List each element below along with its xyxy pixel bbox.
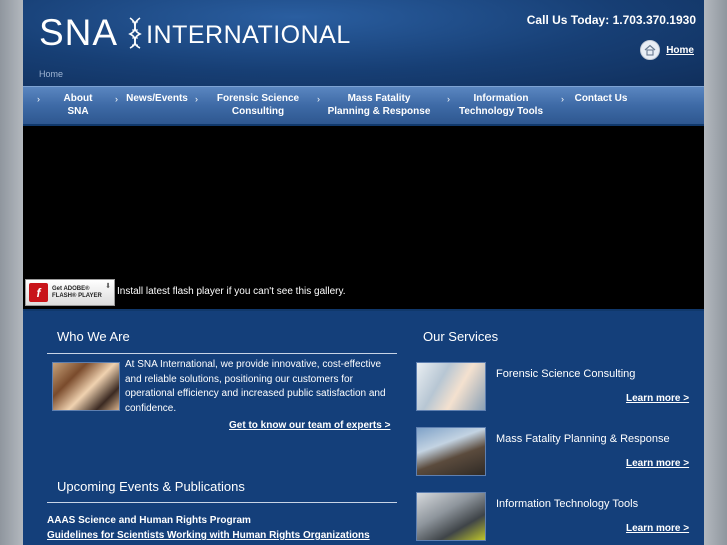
flash-badge-label: Get ADOBE® FLASH® PLAYER	[52, 285, 102, 299]
get-flash-player-button[interactable]: f Get ADOBE® FLASH® PLAYER ⬇	[25, 279, 115, 306]
nav-bullet-icon: ›	[317, 94, 320, 104]
home-link-label[interactable]: Home	[666, 45, 694, 56]
nav-bullet-icon: ›	[195, 94, 198, 104]
flash-gallery: f Get ADOBE® FLASH® PLAYER ⬇ Install lat…	[23, 126, 704, 309]
home-link[interactable]: Home	[640, 40, 694, 60]
page-background-left	[0, 0, 23, 545]
who-we-are-text: At SNA International, we provide innovat…	[125, 359, 386, 414]
page-container: SNA INTERNATIONAL Call Us Today: 1.703.3…	[23, 0, 704, 545]
nav-item-label: Information	[473, 93, 529, 104]
nav-bullet-icon: ›	[447, 94, 450, 104]
nav-bullet-icon: ›	[37, 94, 40, 104]
call-label: Call Us Today:	[526, 13, 610, 27]
nav-item-contact[interactable]: Contact Us	[573, 92, 629, 105]
divider	[47, 502, 397, 503]
nav-item-label: Technology Tools	[458, 106, 544, 117]
main-navigation: › About SNA › News/Events › Forensic Sci…	[23, 86, 704, 124]
who-we-are-heading: Who We Are	[57, 329, 130, 344]
dna-helix-icon	[128, 16, 142, 49]
nav-item-forensic-science[interactable]: Forensic Science Consulting	[211, 92, 305, 118]
divider	[47, 353, 397, 354]
teamwork-hands-image	[52, 362, 120, 411]
nav-item-information-technology[interactable]: Information Technology Tools	[455, 92, 547, 118]
flash-install-message: Install latest flash player if you can't…	[117, 286, 346, 297]
nav-item-news-events[interactable]: News/Events	[126, 92, 188, 105]
nav-bullet-icon: ›	[561, 94, 564, 104]
service-label-mass-fatality: Mass Fatality Planning & Response	[496, 433, 670, 445]
logo-international-text: INTERNATIONAL	[146, 21, 351, 49]
learn-more-forensic-link[interactable]: Learn more >	[626, 393, 689, 404]
page-background-right	[704, 0, 727, 545]
download-arrow-icon: ⬇	[105, 283, 111, 290]
upcoming-events-heading: Upcoming Events & Publications	[57, 479, 245, 494]
event-publication-link[interactable]: Guidelines for Scientists Working with H…	[47, 530, 370, 541]
learn-more-mass-fatality-link[interactable]: Learn more >	[626, 458, 689, 469]
nav-item-label: Forensic Science	[216, 93, 300, 104]
nav-item-label: Consulting	[231, 106, 285, 117]
breadcrumb[interactable]: Home	[39, 69, 63, 79]
nav-item-about[interactable]: About SNA	[53, 92, 103, 118]
home-icon[interactable]	[640, 40, 661, 60]
disaster-scene-image	[416, 427, 486, 476]
nav-item-mass-fatality[interactable]: Mass Fatality Planning & Response	[325, 92, 433, 118]
flash-logo-icon: f	[29, 283, 48, 302]
site-header: SNA INTERNATIONAL Call Us Today: 1.703.3…	[23, 0, 704, 86]
nav-item-label: Mass Fatality	[347, 93, 411, 104]
our-services-heading: Our Services	[423, 329, 499, 344]
forensic-lab-image	[416, 362, 486, 411]
nav-item-label: Planning & Response	[327, 106, 431, 117]
main-content: Who We Are At SNA International, we prov…	[23, 311, 704, 545]
nav-bullet-icon: ›	[115, 94, 118, 104]
service-label-forensic: Forensic Science Consulting	[496, 368, 636, 380]
call-us-text: Call Us Today: 1.703.370.1930	[527, 13, 696, 27]
event-title: AAAS Science and Human Rights Program	[47, 515, 251, 526]
service-label-it-tools: Information Technology Tools	[496, 498, 639, 510]
logo-sna-text: SNA	[39, 12, 119, 53]
site-logo[interactable]: SNA INTERNATIONAL	[39, 14, 351, 51]
keyboard-image	[416, 492, 486, 541]
learn-more-it-tools-link[interactable]: Learn more >	[626, 523, 689, 534]
phone-number: 1.703.370.1930	[612, 13, 696, 27]
nav-item-label: Contact Us	[574, 93, 628, 104]
nav-item-label: News/Events	[126, 93, 188, 104]
team-experts-link[interactable]: Get to know our team of experts >	[229, 420, 390, 431]
nav-item-label: About SNA	[63, 93, 93, 117]
